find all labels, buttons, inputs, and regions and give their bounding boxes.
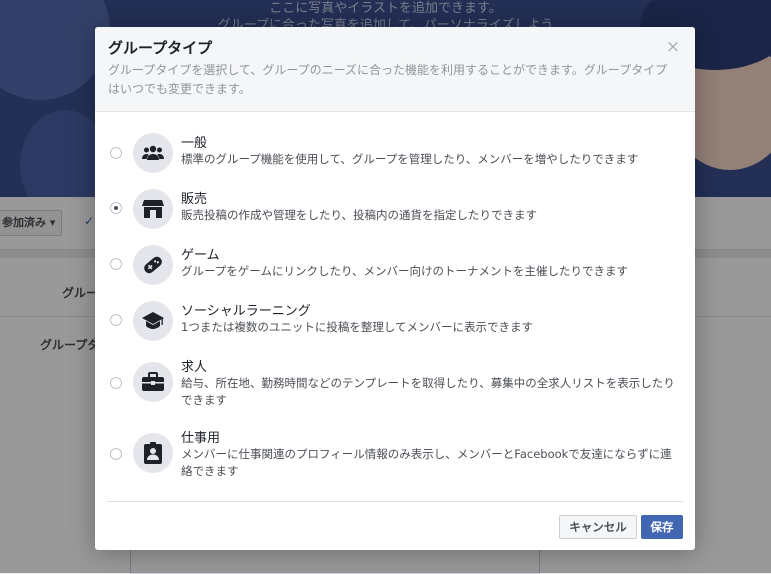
- group-type-dialog: グループタイプ × グループタイプを選択して、グループのニーズに合った機能を利用…: [95, 27, 695, 550]
- briefcase-icon: [133, 362, 173, 402]
- close-icon[interactable]: ×: [663, 37, 683, 57]
- dialog-subtitle: グループタイプを選択して、グループのニーズに合った機能を利用することができます。…: [108, 63, 668, 96]
- radio-work[interactable]: [110, 448, 122, 460]
- option-title: ソーシャルラーニング: [181, 303, 311, 318]
- footer-divider: [107, 501, 683, 502]
- option-description: グループをゲームにリンクしたり、メンバー向けのトーナメントを主催したりできます: [181, 264, 629, 278]
- option-title: 一般: [181, 135, 208, 150]
- cancel-button[interactable]: キャンセル: [559, 515, 637, 539]
- option-description: 販売投稿の作成や管理をしたり、投稿内の通貨を指定したりできます: [181, 208, 538, 222]
- save-button[interactable]: 保存: [641, 515, 683, 539]
- option-title: ゲーム: [181, 247, 220, 262]
- gamepad-icon: [133, 245, 173, 285]
- dialog-header: グループタイプ × グループタイプを選択して、グループのニーズに合った機能を利用…: [95, 27, 695, 112]
- option-description: 1つまたは複数のユニットに投稿を整理してメンバーに表示できます: [181, 320, 533, 334]
- radio-general[interactable]: [110, 147, 122, 159]
- radio-games[interactable]: [110, 258, 122, 270]
- option-description: メンバーに仕事関連のプロフィール情報のみ表示し、メンバーとFacebookで友達…: [181, 447, 672, 478]
- dialog-title: グループタイプ: [108, 40, 213, 57]
- option-sales[interactable]: 販売 販売投稿の作成や管理をしたり、投稿内の通貨を指定したりできます: [95, 186, 695, 232]
- option-title: 求人: [181, 359, 208, 374]
- radio-sales[interactable]: [110, 202, 122, 214]
- radio-jobs[interactable]: [110, 377, 122, 389]
- option-description: 給与、所在地、勤務時間などのテンプレートを取得したり、募集中の全求人リストを表示…: [181, 376, 675, 407]
- option-title: 仕事用: [181, 430, 221, 445]
- option-general[interactable]: 一般 標準のグループ機能を使用して、グループを管理したり、メンバーを増やしたりで…: [95, 130, 695, 176]
- shop-icon: [133, 189, 173, 229]
- option-description: 標準のグループ機能を使用して、グループを管理したり、メンバーを増やしたりできます: [181, 152, 639, 166]
- option-title: 販売: [181, 191, 208, 206]
- option-jobs[interactable]: 求人 給与、所在地、勤務時間などのテンプレートを取得したり、募集中の全求人リスト…: [95, 354, 695, 414]
- id-badge-icon: [133, 433, 173, 473]
- option-work[interactable]: 仕事用 メンバーに仕事関連のプロフィール情報のみ表示し、メンバーとFaceboo…: [95, 425, 695, 485]
- option-social-learning[interactable]: ソーシャルラーニング 1つまたは複数のユニットに投稿を整理してメンバーに表示でき…: [95, 298, 695, 344]
- option-games[interactable]: ゲーム グループをゲームにリンクしたり、メンバー向けのトーナメントを主催したりで…: [95, 242, 695, 288]
- radio-social-learning[interactable]: [110, 314, 122, 326]
- people-icon: [133, 133, 173, 173]
- graduation-cap-icon: [133, 301, 173, 341]
